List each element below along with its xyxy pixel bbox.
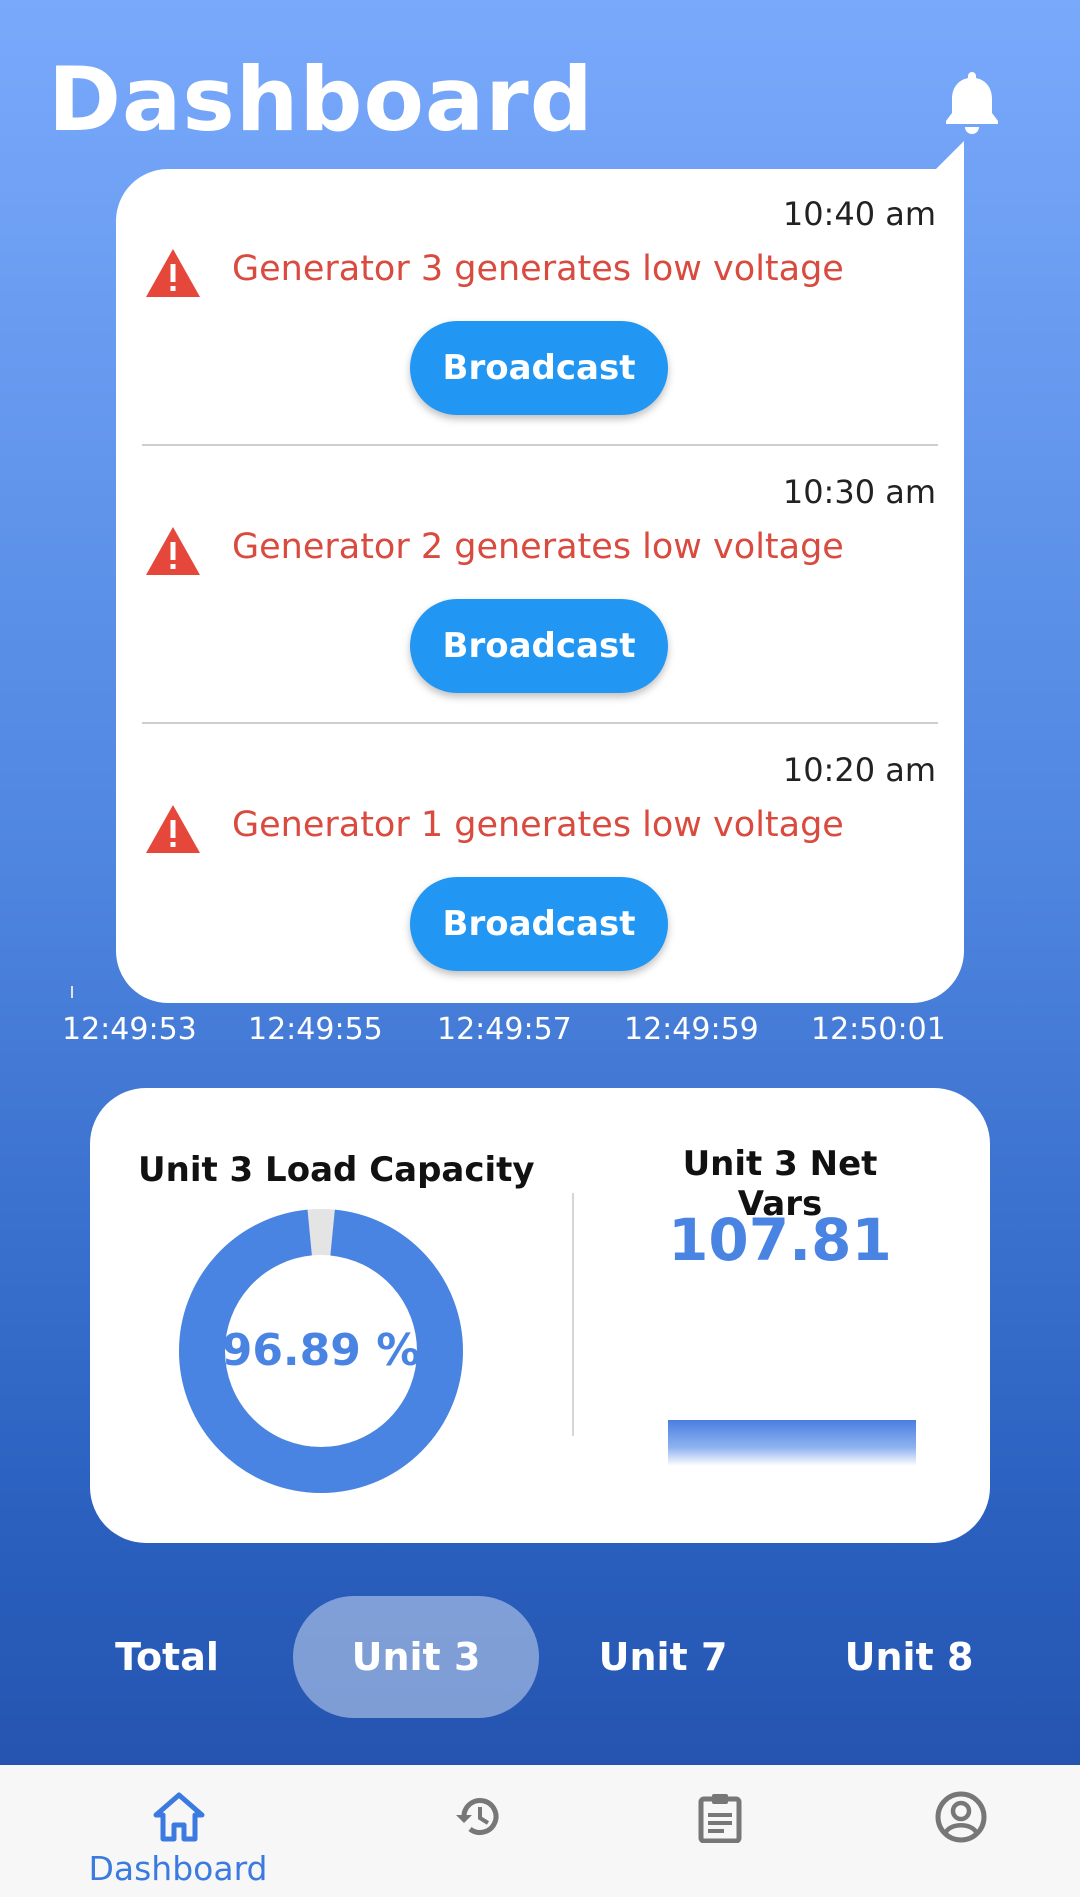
tab-total[interactable]: Total bbox=[72, 1596, 262, 1718]
notification-time: 10:30 am bbox=[782, 473, 936, 511]
nav-history[interactable] bbox=[378, 1765, 578, 1897]
chart-axis-tick bbox=[71, 986, 73, 998]
page-title: Dashboard bbox=[48, 48, 594, 151]
nav-reports[interactable] bbox=[619, 1765, 819, 1897]
load-capacity-value: 96.89 % bbox=[222, 1325, 421, 1376]
x-tick-label: 12:49:57 bbox=[437, 1012, 572, 1047]
divider bbox=[142, 722, 938, 724]
tab-unit-8[interactable]: Unit 8 bbox=[814, 1596, 1004, 1718]
x-tick-label: 12:50:01 bbox=[811, 1012, 946, 1047]
tab-unit-7[interactable]: Unit 7 bbox=[568, 1596, 758, 1718]
divider bbox=[142, 444, 938, 446]
nav-dashboard-label: Dashboard bbox=[88, 1849, 268, 1888]
unit-stats-card: Unit 3 Load Capacity 96.89 % Unit 3 Net … bbox=[90, 1088, 990, 1543]
nav-profile[interactable] bbox=[860, 1765, 1060, 1897]
notification-bell-icon[interactable] bbox=[945, 70, 999, 134]
history-icon bbox=[456, 1798, 499, 1835]
tab-unit-3[interactable]: Unit 3 bbox=[293, 1596, 539, 1718]
notification-message: Generator 1 generates low voltage bbox=[232, 805, 844, 845]
bottom-nav: Dashboard bbox=[0, 1765, 1080, 1897]
notification-time: 10:40 am bbox=[782, 195, 936, 233]
broadcast-button[interactable]: Broadcast bbox=[410, 599, 668, 693]
home-icon bbox=[153, 1792, 205, 1842]
net-vars-value: 107.81 bbox=[668, 1206, 892, 1274]
card-divider bbox=[572, 1193, 574, 1436]
notification-item: 10:40 am Generator 3 generates low volta… bbox=[116, 169, 964, 446]
account-circle-icon bbox=[935, 1791, 987, 1843]
notification-item: 10:20 am Generator 1 generates low volta… bbox=[116, 725, 964, 1002]
warning-icon bbox=[146, 249, 200, 297]
notification-message: Generator 2 generates low voltage bbox=[232, 527, 844, 567]
chart-x-axis: 12:49:53 12:49:55 12:49:57 12:49:59 12:5… bbox=[0, 1012, 1080, 1052]
unit-tabs: Total Unit 3 Unit 7 Unit 8 bbox=[0, 1596, 1080, 1720]
load-capacity-title: Unit 3 Load Capacity bbox=[138, 1150, 535, 1190]
notification-item: 10:30 am Generator 2 generates low volta… bbox=[116, 447, 964, 724]
notifications-popover: 10:40 am Generator 3 generates low volta… bbox=[116, 169, 964, 1003]
notification-message: Generator 3 generates low voltage bbox=[232, 249, 844, 289]
notification-time: 10:20 am bbox=[782, 751, 936, 789]
popover-tail bbox=[934, 141, 964, 171]
broadcast-button[interactable]: Broadcast bbox=[410, 321, 668, 415]
x-tick-label: 12:49:53 bbox=[62, 1012, 197, 1047]
x-tick-label: 12:49:55 bbox=[248, 1012, 383, 1047]
warning-icon bbox=[146, 805, 200, 853]
nav-dashboard[interactable]: Dashboard bbox=[78, 1765, 278, 1897]
warning-icon bbox=[146, 527, 200, 575]
net-vars-bar bbox=[668, 1420, 916, 1466]
x-tick-label: 12:49:59 bbox=[624, 1012, 759, 1047]
broadcast-button[interactable]: Broadcast bbox=[410, 877, 668, 971]
load-capacity-gauge: 96.89 % bbox=[179, 1209, 463, 1493]
clipboard-icon bbox=[698, 1794, 742, 1843]
